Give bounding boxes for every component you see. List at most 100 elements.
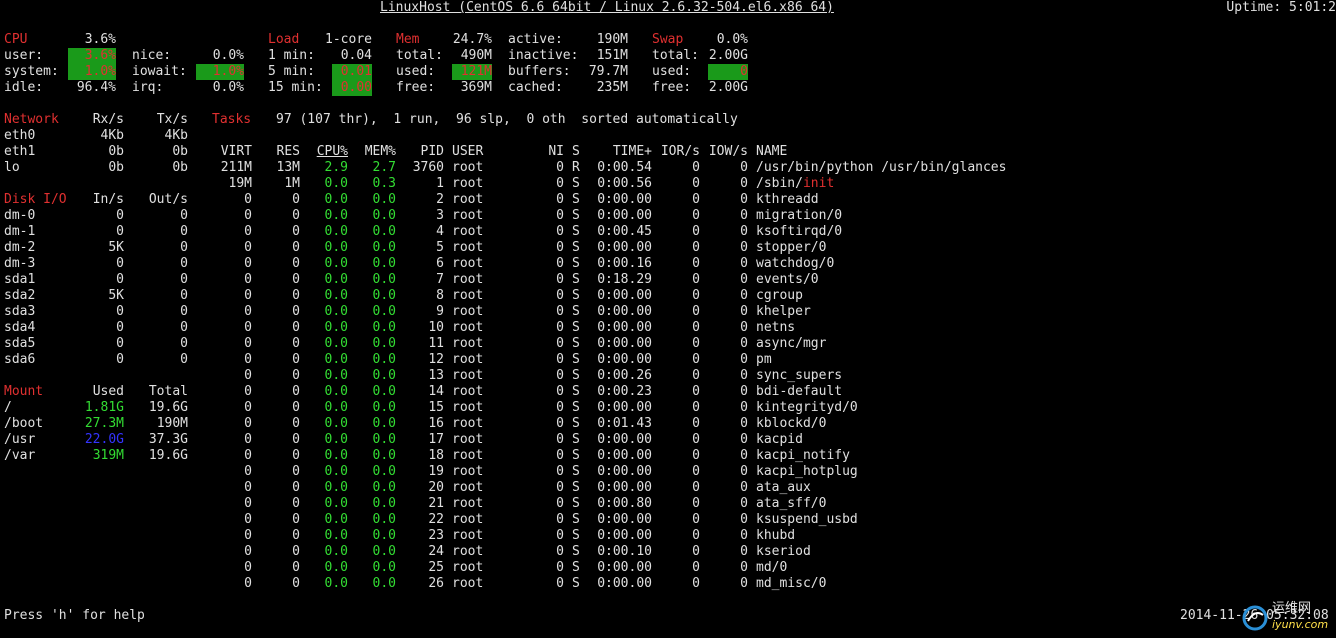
proc-command[interactable]: sync_supers: [756, 368, 842, 384]
proc-command[interactable]: kthreadd: [756, 192, 819, 208]
proc-virt: 0: [244, 240, 252, 255]
proc-command[interactable]: kintegrityd/0: [756, 400, 858, 416]
proc-command[interactable]: watchdog/0: [756, 256, 834, 272]
proc-ior: 0: [692, 400, 700, 415]
proc-command[interactable]: ata_aux: [756, 480, 811, 496]
proc-command-path: md_misc/0: [756, 576, 827, 591]
proc-res: 0: [292, 288, 300, 303]
disk-out-value: 0: [180, 288, 188, 303]
proc-command-path: events/0: [756, 272, 819, 287]
cpu-system-value: 1.0%: [68, 64, 116, 80]
swap-free-label: free:: [652, 80, 692, 95]
proc-res: 0: [292, 272, 300, 287]
proc-command[interactable]: md_misc/0: [756, 576, 826, 592]
proc-command[interactable]: migration/0: [756, 208, 842, 224]
proc-cpu: 0.0: [324, 416, 348, 431]
proc-command[interactable]: ksuspend_usbd: [756, 512, 858, 528]
proc-command[interactable]: pm: [756, 352, 772, 368]
proc-user: root: [452, 256, 484, 271]
col-ior-header[interactable]: IOR/s: [652, 144, 700, 160]
network-interface-name: lo: [4, 160, 20, 175]
proc-cpu: 0.0: [324, 480, 348, 495]
proc-pid: 20: [428, 480, 444, 495]
cpu-total: 3.6%: [84, 32, 116, 47]
proc-mem: 0.0: [372, 272, 396, 287]
network-interface-name: eth0: [4, 128, 36, 143]
proc-command[interactable]: khubd: [756, 528, 795, 544]
proc-command[interactable]: /usr/bin/python /usr/bin/glances: [756, 160, 1006, 176]
proc-user: root: [452, 176, 484, 191]
col-mem-header[interactable]: MEM%: [348, 144, 396, 160]
proc-command[interactable]: kacpi_hotplug: [756, 464, 858, 480]
proc-cpu: 0.0: [324, 288, 348, 303]
proc-user: root: [452, 288, 484, 303]
proc-command[interactable]: ksoftirqd/0: [756, 224, 842, 240]
col-name-header[interactable]: NAME: [756, 144, 787, 160]
col-iow-header[interactable]: IOW/s: [700, 144, 748, 160]
proc-command[interactable]: bdi-default: [756, 384, 842, 400]
disk-in-value: 0: [116, 224, 124, 239]
proc-command[interactable]: ata_sff/0: [756, 496, 826, 512]
proc-nice: 0: [556, 384, 564, 399]
proc-command[interactable]: /sbin/init: [756, 176, 834, 192]
proc-pid: 15: [428, 400, 444, 415]
col-time-header[interactable]: TIME+: [588, 144, 652, 160]
proc-command[interactable]: khelper: [756, 304, 811, 320]
proc-ior: 0: [692, 384, 700, 399]
disk-out-value: 0: [180, 352, 188, 367]
proc-time: 0:00.00: [597, 192, 652, 207]
proc-command[interactable]: md/0: [756, 560, 787, 576]
proc-nice: 0: [556, 464, 564, 479]
proc-pid: 21: [428, 496, 444, 511]
proc-virt: 0: [244, 320, 252, 335]
proc-user: root: [452, 192, 484, 207]
col-pid-header[interactable]: PID: [404, 144, 444, 160]
proc-res: 0: [292, 336, 300, 351]
proc-command[interactable]: events/0: [756, 272, 819, 288]
col-virt-header[interactable]: VIRT: [212, 144, 252, 160]
proc-cpu: 0.0: [324, 272, 348, 287]
proc-command[interactable]: kblockd/0: [756, 416, 826, 432]
proc-pid: 19: [428, 464, 444, 479]
proc-virt: 0: [244, 400, 252, 415]
col-ni-header[interactable]: NI: [540, 144, 564, 160]
host-title: LinuxHost (CentOS 6.6 64bit / Linux 2.6.…: [380, 0, 834, 15]
proc-command[interactable]: kacpid: [756, 432, 803, 448]
mount-total-header: Total: [148, 384, 188, 399]
col-user-header[interactable]: USER: [452, 144, 483, 160]
col-status-header[interactable]: S: [572, 144, 580, 160]
proc-mem: 0.0: [372, 192, 396, 207]
proc-mem: 0.0: [372, 240, 396, 255]
proc-virt: 0: [244, 368, 252, 383]
proc-command-path: md/0: [756, 560, 788, 575]
proc-virt: 0: [244, 464, 252, 479]
proc-status: S: [572, 240, 580, 255]
proc-user: root: [452, 400, 484, 415]
proc-mem: 0.0: [372, 496, 396, 511]
col-res-header[interactable]: RES: [260, 144, 300, 160]
proc-pid: 8: [436, 288, 444, 303]
cpu-system-label: system:: [4, 64, 59, 79]
proc-command[interactable]: kacpi_notify: [756, 448, 850, 464]
proc-mem: 0.0: [372, 480, 396, 495]
proc-iow: 0: [740, 464, 748, 479]
proc-nice: 0: [556, 192, 564, 207]
proc-command[interactable]: cgroup: [756, 288, 803, 304]
proc-user: root: [452, 528, 484, 543]
proc-command[interactable]: async/mgr: [756, 336, 826, 352]
proc-virt: 0: [244, 480, 252, 495]
mem-total-value: 490M: [460, 48, 492, 63]
disk-out-value: 0: [180, 208, 188, 223]
proc-user: root: [452, 272, 484, 287]
proc-command-path: kacpi_hotplug: [756, 464, 858, 479]
proc-command[interactable]: kseriod: [756, 544, 811, 560]
mem-cached-label: cached:: [508, 80, 563, 95]
cpu-user-value: 3.6%: [68, 48, 116, 64]
proc-iow: 0: [740, 160, 748, 175]
proc-command[interactable]: stopper/0: [756, 240, 826, 256]
disk-device-name: dm-0: [4, 208, 36, 223]
col-cpu-header[interactable]: CPU%: [300, 144, 348, 160]
disk-in-value: 0: [116, 304, 124, 319]
proc-command-path: migration/0: [756, 208, 843, 223]
proc-command[interactable]: netns: [756, 320, 795, 336]
